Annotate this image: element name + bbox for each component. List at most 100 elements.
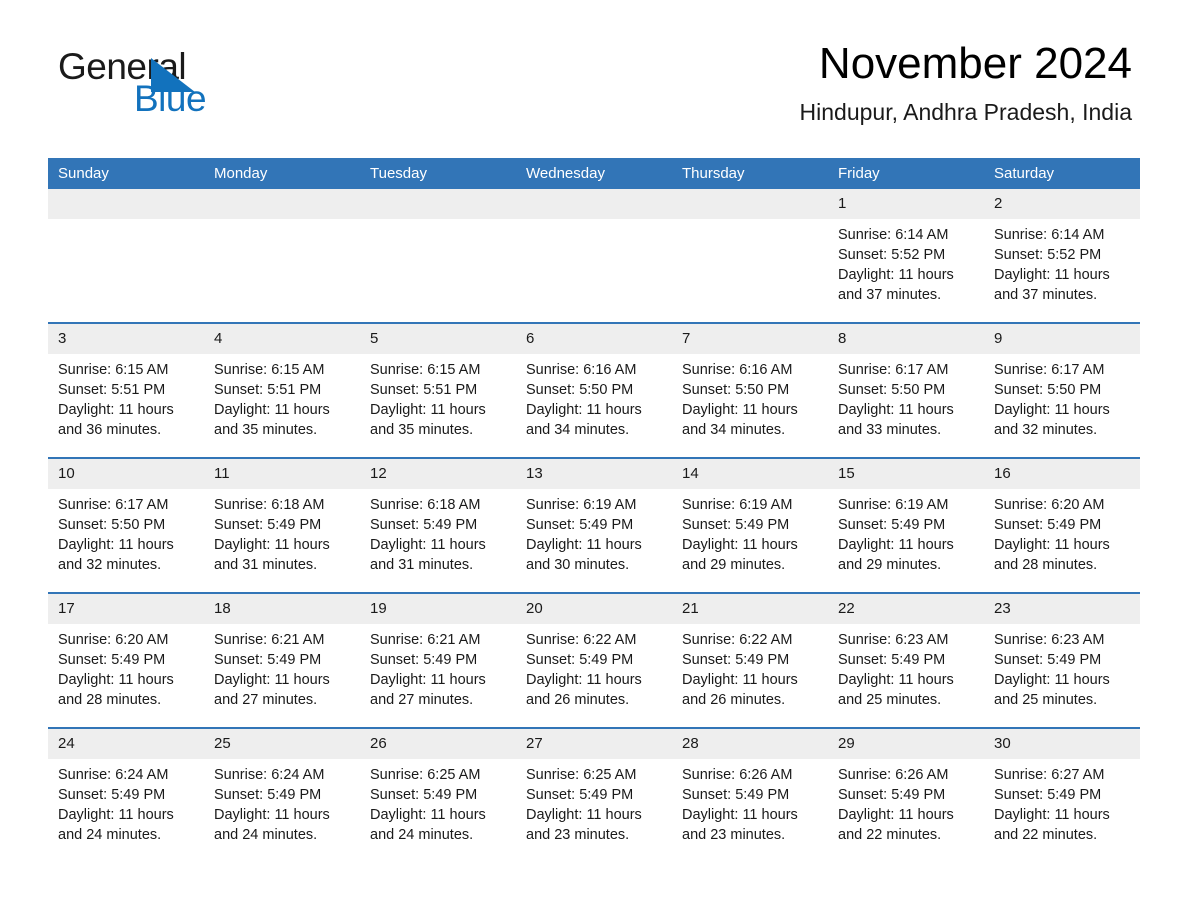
calendar-day-cell[interactable]: 13 Sunrise: 6:19 AM Sunset: 5:49 PM Dayl… — [516, 457, 672, 593]
calendar-day-cell[interactable]: 6 Sunrise: 6:16 AM Sunset: 5:50 PM Dayli… — [516, 322, 672, 458]
daylight-text-line2: and 30 minutes. — [526, 557, 630, 573]
calendar-day-cell[interactable]: 14 Sunrise: 6:19 AM Sunset: 5:49 PM Dayl… — [672, 457, 828, 593]
daylight-text-line2: and 35 minutes. — [370, 422, 474, 438]
sunrise-text: Sunrise: 6:19 AM — [526, 497, 637, 513]
calendar-day-cell[interactable]: 16 Sunrise: 6:20 AM Sunset: 5:49 PM Dayl… — [984, 457, 1140, 593]
calendar-day-cell[interactable]: 26 Sunrise: 6:25 AM Sunset: 5:49 PM Dayl… — [360, 727, 516, 862]
sunset-text: Sunset: 5:50 PM — [682, 382, 790, 398]
sunset-text: Sunset: 5:49 PM — [526, 787, 634, 803]
calendar-week-row: 10 Sunrise: 6:17 AM Sunset: 5:50 PM Dayl… — [48, 457, 1140, 593]
calendar-day-cell[interactable] — [672, 189, 828, 323]
page-title: November 2024 — [818, 39, 1132, 88]
daylight-text-line2: and 24 minutes. — [370, 827, 474, 843]
daylight-text-line1: Daylight: 11 hours — [58, 672, 174, 688]
day-number: 14 — [672, 459, 828, 489]
sunset-text: Sunset: 5:51 PM — [214, 382, 322, 398]
calendar-week-row: 17 Sunrise: 6:20 AM Sunset: 5:49 PM Dayl… — [48, 592, 1140, 728]
day-number: 10 — [48, 459, 204, 489]
day-number: 19 — [360, 594, 516, 624]
day-details: Sunrise: 6:17 AM Sunset: 5:50 PM Dayligh… — [48, 489, 204, 575]
sunset-text: Sunset: 5:49 PM — [214, 787, 322, 803]
calendar-day-cell[interactable]: 24 Sunrise: 6:24 AM Sunset: 5:49 PM Dayl… — [48, 727, 204, 862]
calendar-day-cell[interactable]: 29 Sunrise: 6:26 AM Sunset: 5:49 PM Dayl… — [828, 727, 984, 862]
day-details: Sunrise: 6:25 AM Sunset: 5:49 PM Dayligh… — [360, 759, 516, 845]
sunset-text: Sunset: 5:52 PM — [838, 247, 946, 263]
calendar-day-cell[interactable]: 17 Sunrise: 6:20 AM Sunset: 5:49 PM Dayl… — [48, 592, 204, 728]
brand-logo[interactable]: General Blue — [58, 48, 318, 118]
calendar-day-cell[interactable]: 25 Sunrise: 6:24 AM Sunset: 5:49 PM Dayl… — [204, 727, 360, 862]
day-details: Sunrise: 6:26 AM Sunset: 5:49 PM Dayligh… — [828, 759, 984, 845]
daylight-text-line1: Daylight: 11 hours — [58, 537, 174, 553]
calendar-day-cell[interactable]: 23 Sunrise: 6:23 AM Sunset: 5:49 PM Dayl… — [984, 592, 1140, 728]
day-details: Sunrise: 6:15 AM Sunset: 5:51 PM Dayligh… — [204, 354, 360, 440]
sunrise-text: Sunrise: 6:16 AM — [682, 362, 793, 378]
sunset-text: Sunset: 5:51 PM — [370, 382, 478, 398]
daylight-text-line2: and 34 minutes. — [682, 422, 786, 438]
calendar-day-cell[interactable]: 3 Sunrise: 6:15 AM Sunset: 5:51 PM Dayli… — [48, 322, 204, 458]
daylight-text-line1: Daylight: 11 hours — [214, 537, 330, 553]
title-block: November 2024 Hindupur, Andhra Pradesh, … — [800, 39, 1132, 126]
calendar-day-cell[interactable]: 8 Sunrise: 6:17 AM Sunset: 5:50 PM Dayli… — [828, 322, 984, 458]
calendar-day-cell[interactable]: 19 Sunrise: 6:21 AM Sunset: 5:49 PM Dayl… — [360, 592, 516, 728]
sunrise-text: Sunrise: 6:20 AM — [994, 497, 1105, 513]
calendar-day-cell[interactable]: 28 Sunrise: 6:26 AM Sunset: 5:49 PM Dayl… — [672, 727, 828, 862]
sunrise-text: Sunrise: 6:14 AM — [838, 227, 949, 243]
sunset-text: Sunset: 5:50 PM — [58, 517, 166, 533]
calendar-day-cell[interactable]: 15 Sunrise: 6:19 AM Sunset: 5:49 PM Dayl… — [828, 457, 984, 593]
calendar-day-cell[interactable] — [204, 189, 360, 323]
day-number: 15 — [828, 459, 984, 489]
day-number: 22 — [828, 594, 984, 624]
calendar-day-cell[interactable]: 12 Sunrise: 6:18 AM Sunset: 5:49 PM Dayl… — [360, 457, 516, 593]
daylight-text-line2: and 27 minutes. — [214, 692, 318, 708]
calendar-day-cell[interactable]: 21 Sunrise: 6:22 AM Sunset: 5:49 PM Dayl… — [672, 592, 828, 728]
day-number: 25 — [204, 729, 360, 759]
sunset-text: Sunset: 5:49 PM — [994, 652, 1102, 668]
calendar-day-cell[interactable] — [48, 189, 204, 323]
sunset-text: Sunset: 5:49 PM — [994, 787, 1102, 803]
calendar-header-row: Sunday Monday Tuesday Wednesday Thursday… — [48, 158, 1140, 189]
daylight-text-line2: and 25 minutes. — [994, 692, 1098, 708]
daylight-text-line1: Daylight: 11 hours — [370, 807, 486, 823]
daylight-text-line1: Daylight: 11 hours — [214, 402, 330, 418]
day-number — [48, 189, 204, 219]
calendar-day-cell[interactable]: 11 Sunrise: 6:18 AM Sunset: 5:49 PM Dayl… — [204, 457, 360, 593]
calendar-day-cell[interactable]: 20 Sunrise: 6:22 AM Sunset: 5:49 PM Dayl… — [516, 592, 672, 728]
daylight-text-line2: and 26 minutes. — [526, 692, 630, 708]
daylight-text-line2: and 32 minutes. — [58, 557, 162, 573]
calendar-day-cell[interactable]: 2 Sunrise: 6:14 AM Sunset: 5:52 PM Dayli… — [984, 189, 1140, 323]
day-number: 16 — [984, 459, 1140, 489]
sunset-text: Sunset: 5:49 PM — [682, 517, 790, 533]
calendar-day-cell[interactable]: 18 Sunrise: 6:21 AM Sunset: 5:49 PM Dayl… — [204, 592, 360, 728]
weekday-header-sunday: Sunday — [48, 158, 204, 189]
daylight-text-line1: Daylight: 11 hours — [526, 807, 642, 823]
calendar-day-cell[interactable]: 5 Sunrise: 6:15 AM Sunset: 5:51 PM Dayli… — [360, 322, 516, 458]
calendar-day-cell[interactable]: 4 Sunrise: 6:15 AM Sunset: 5:51 PM Dayli… — [204, 322, 360, 458]
sunset-text: Sunset: 5:52 PM — [994, 247, 1102, 263]
calendar-day-cell[interactable]: 9 Sunrise: 6:17 AM Sunset: 5:50 PM Dayli… — [984, 322, 1140, 458]
calendar-day-cell[interactable]: 1 Sunrise: 6:14 AM Sunset: 5:52 PM Dayli… — [828, 189, 984, 323]
sunset-text: Sunset: 5:49 PM — [214, 517, 322, 533]
day-details: Sunrise: 6:19 AM Sunset: 5:49 PM Dayligh… — [672, 489, 828, 575]
sunrise-text: Sunrise: 6:22 AM — [682, 632, 793, 648]
calendar-day-cell[interactable]: 7 Sunrise: 6:16 AM Sunset: 5:50 PM Dayli… — [672, 322, 828, 458]
calendar-week-row: 24 Sunrise: 6:24 AM Sunset: 5:49 PM Dayl… — [48, 727, 1140, 862]
daylight-text-line2: and 36 minutes. — [58, 422, 162, 438]
sunset-text: Sunset: 5:49 PM — [58, 652, 166, 668]
calendar-day-cell[interactable] — [516, 189, 672, 323]
calendar-day-cell[interactable]: 27 Sunrise: 6:25 AM Sunset: 5:49 PM Dayl… — [516, 727, 672, 862]
calendar-day-cell[interactable]: 22 Sunrise: 6:23 AM Sunset: 5:49 PM Dayl… — [828, 592, 984, 728]
daylight-text-line2: and 24 minutes. — [58, 827, 162, 843]
sunrise-text: Sunrise: 6:24 AM — [214, 767, 325, 783]
calendar-day-cell[interactable]: 10 Sunrise: 6:17 AM Sunset: 5:50 PM Dayl… — [48, 457, 204, 593]
sunset-text: Sunset: 5:49 PM — [994, 517, 1102, 533]
calendar-body: 1 Sunrise: 6:14 AM Sunset: 5:52 PM Dayli… — [48, 189, 1140, 862]
daylight-text-line2: and 22 minutes. — [838, 827, 942, 843]
sunrise-text: Sunrise: 6:17 AM — [838, 362, 949, 378]
calendar-container: Sunday Monday Tuesday Wednesday Thursday… — [48, 158, 1140, 862]
brand-name-blue: Blue — [134, 78, 207, 119]
day-details: Sunrise: 6:15 AM Sunset: 5:51 PM Dayligh… — [360, 354, 516, 440]
day-number: 8 — [828, 324, 984, 354]
calendar-day-cell[interactable]: 30 Sunrise: 6:27 AM Sunset: 5:49 PM Dayl… — [984, 727, 1140, 862]
calendar-day-cell[interactable] — [360, 189, 516, 323]
daylight-text-line2: and 34 minutes. — [526, 422, 630, 438]
